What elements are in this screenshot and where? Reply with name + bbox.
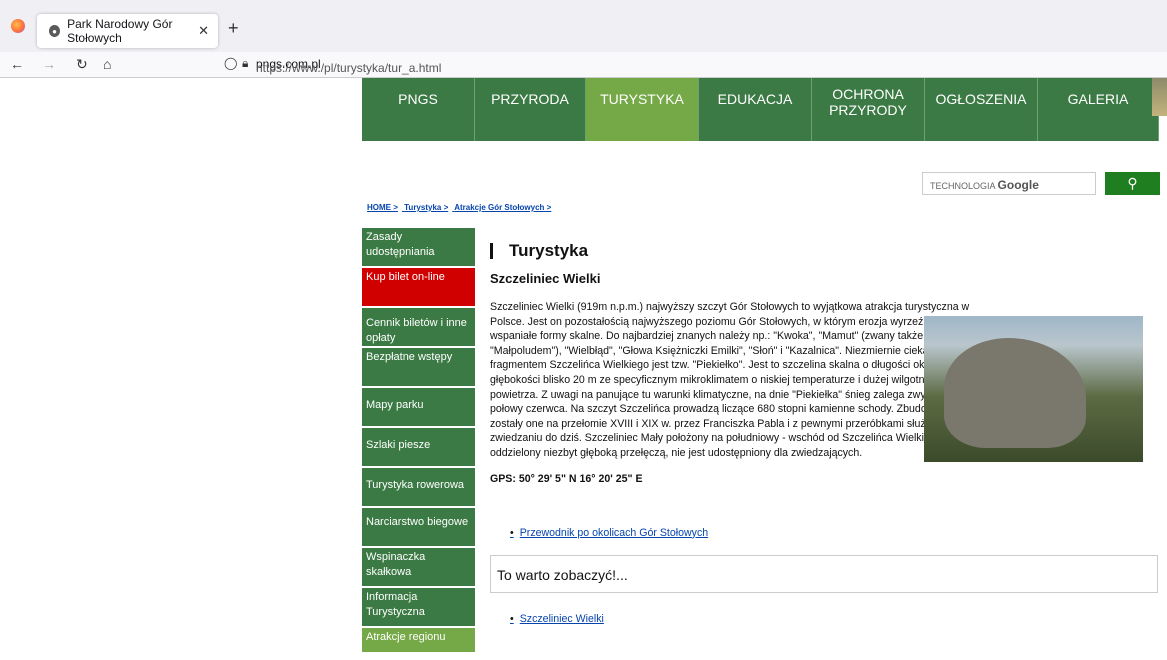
new-tab-button[interactable]: + xyxy=(228,18,239,39)
search-button[interactable]: ⚲ xyxy=(1105,172,1160,195)
sidebar-item-wspinaczka[interactable]: Wspinaczka skałkowa xyxy=(362,548,475,588)
firefox-icon[interactable] xyxy=(11,19,25,33)
sidebar-item-cennik[interactable]: Cennik biletów i inne opłaty xyxy=(362,308,475,348)
section-title: Szczeliniec Wielki xyxy=(490,271,601,286)
sidebar-item-narciarstwo[interactable]: Narciarstwo biegowe xyxy=(362,508,475,548)
sidebar-item-szlaki[interactable]: Szlaki piesze xyxy=(362,428,475,468)
breadcrumb-turystyka[interactable]: Turystyka > xyxy=(404,203,448,212)
back-icon[interactable]: ← xyxy=(10,56,24,72)
link-szczeliniec[interactable]: • Szczeliniec Wielki xyxy=(510,613,1150,625)
sidebar-item-informacja[interactable]: Informacja Turystyczna xyxy=(362,588,475,628)
search-input[interactable]: TECHNOLOGIA Google xyxy=(922,172,1096,195)
rock-shape xyxy=(944,338,1086,448)
sidebar-item-kup-bilet[interactable]: Kup bilet on-line xyxy=(362,268,475,308)
nav-galeria[interactable]: GALERIA xyxy=(1038,78,1159,141)
reload-icon[interactable]: ↻ xyxy=(76,56,88,73)
close-icon[interactable]: ✕ xyxy=(198,23,209,39)
url-bar[interactable]: https://www. pngs.com.pl/pl/turystyka/tur… xyxy=(256,57,441,75)
top-navigation: PNGS PRZYRODA TURYSTYKA EDUKACJA OCHRONA… xyxy=(362,78,1159,141)
home-icon[interactable]: ⌂ xyxy=(103,56,111,72)
page-title: Turystyka xyxy=(490,242,1150,259)
sidebar-item-zasady[interactable]: Zasady udostępniania xyxy=(362,228,475,268)
nav-turystyka[interactable]: TURYSTYKA xyxy=(586,78,699,141)
sidebar: Zasady udostępniania Kup bilet on-line C… xyxy=(362,228,475,654)
sidebar-item-rowerowa[interactable]: Turystyka rowerowa xyxy=(362,468,475,508)
breadcrumb-atrakcje[interactable]: Atrakcje Gór Stołowych > xyxy=(454,203,551,212)
favicon-icon: ● xyxy=(49,25,61,37)
shield-icon[interactable]: ◯ xyxy=(224,56,237,70)
gps-coordinates: GPS: 50° 29' 5" N 16° 20' 25" E xyxy=(490,472,643,485)
navigation-bar: ← → ↻ ⌂ ◯ 🔒︎ https://www. pngs.com.pl/pl/… xyxy=(0,52,1167,78)
header-image xyxy=(1152,78,1167,116)
tab-title: Park Narodowy Gór Stołowych xyxy=(67,17,173,45)
breadcrumb-home[interactable]: HOME > xyxy=(367,203,398,212)
nav-przyroda[interactable]: PRZYRODA xyxy=(475,78,586,141)
web-page: PNGS PRZYRODA TURYSTYKA EDUKACJA OCHRONA… xyxy=(0,78,1167,660)
sidebar-item-atrakcje[interactable]: Atrakcje regionu xyxy=(362,628,475,654)
browser-tab[interactable]: ● Park Narodowy Gór Stołowych ✕ xyxy=(37,14,218,48)
search-icon: ⚲ xyxy=(1127,175,1138,191)
sidebar-item-bezplatne[interactable]: Bezpłatne wstępy xyxy=(362,348,475,388)
forward-icon[interactable]: → xyxy=(42,56,56,72)
lock-icon[interactable]: 🔒︎ xyxy=(242,56,248,71)
nav-ogloszenia[interactable]: OGŁOSZENIA xyxy=(925,78,1038,141)
description-text: Szczeliniec Wielki (919m n.p.m.) najwyżs… xyxy=(490,301,970,459)
worth-seeing-box: To warto zobaczyć!... xyxy=(490,554,1158,593)
nav-edukacja[interactable]: EDUKACJA xyxy=(699,78,812,141)
nav-pngs[interactable]: PNGS xyxy=(362,78,475,141)
link-przewodnik[interactable]: • Przewodnik po okolicach Gór Stołowych xyxy=(510,527,1150,539)
nav-ochrona-przyrody[interactable]: OCHRONA PRZYRODY xyxy=(812,78,925,141)
browser-tabbar: ● Park Narodowy Gór Stołowych ✕ + xyxy=(0,0,1167,52)
main-content: Turystyka Szczeliniec Wielki Szczeliniec… xyxy=(490,242,1158,625)
szczeliniec-photo xyxy=(924,316,1143,462)
breadcrumb: HOME > Turystyka > Atrakcje Gór Stołowyc… xyxy=(367,203,555,212)
sidebar-item-mapy[interactable]: Mapy parku xyxy=(362,388,475,428)
